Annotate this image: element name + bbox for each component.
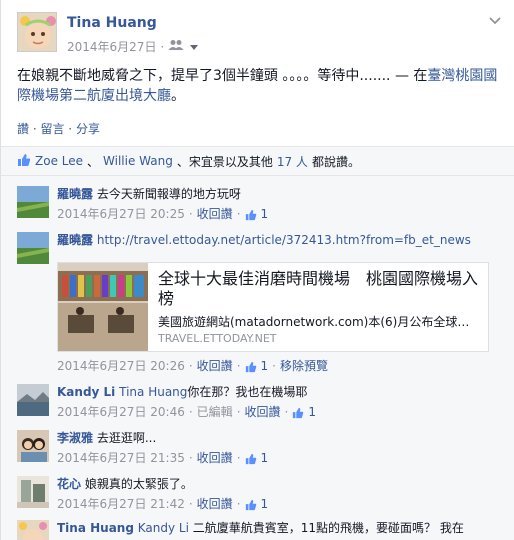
comment-text: 娘親真的太緊張了。 [84, 477, 193, 491]
like-link[interactable]: 讚 [17, 122, 29, 136]
commenter-name[interactable]: Kandy Li [57, 385, 115, 399]
commenter-name[interactable]: 花心 [57, 477, 81, 491]
preview-image [58, 263, 148, 351]
post-date[interactable]: 2014年6月27日 [67, 38, 156, 55]
comment-like-count[interactable]: 1 [261, 450, 269, 466]
comment: Kandy Li Tina Huang你在那？我也在機場耶 2014年6月27日… [17, 384, 507, 424]
comments-section: 羅曉露 去今天新聞報導的地方玩呀 2014年6月27日 20:25 · 收回讚 … [1, 176, 514, 540]
liker-1[interactable]: Zoe Lee [35, 154, 83, 168]
likers-count[interactable]: 17 人 [277, 153, 308, 170]
comment-text: 二航廈華航貴賓室，11點的飛機，要碰面嗎？ 我在 [192, 521, 464, 535]
commenter-name[interactable]: 羅曉露 [57, 233, 93, 247]
thumbs-up-icon [245, 358, 257, 374]
comment-text: 你在那？我也在機場耶 [187, 385, 308, 399]
post-text-main: 在娘親不斷地威脅之下，提早了3個半鐘頭 。。。。等待中....... — 在 [17, 68, 428, 84]
commenter-avatar[interactable] [17, 476, 49, 508]
post-card: Tina Huang 2014年6月27日 · 在娘親不斷地威脅之下，提早了3個… [0, 0, 514, 540]
unlike-button[interactable]: 收回讚 [197, 358, 233, 374]
unlike-button[interactable]: 收回讚 [197, 496, 233, 512]
friends-icon[interactable] [168, 39, 186, 54]
post-meta: 2014年6月27日 · [67, 38, 199, 55]
thumbs-up-icon [245, 450, 257, 466]
comment-like-count[interactable]: 1 [308, 404, 316, 420]
commenter-avatar[interactable] [17, 520, 49, 540]
thumbs-up-icon [245, 496, 257, 512]
commenter-avatar[interactable] [17, 232, 49, 264]
commenter-avatar[interactable] [17, 430, 49, 462]
commenter-name[interactable]: 羅曉露 [57, 187, 93, 201]
post-header: Tina Huang 2014年6月27日 · [17, 12, 504, 54]
comment-time[interactable]: 2014年6月27日 20:46 [57, 404, 185, 420]
tagged-user[interactable]: Tina Huang [119, 385, 187, 399]
comment-time[interactable]: 2014年6月27日 20:26 [57, 358, 185, 374]
comment-like-count[interactable]: 1 [261, 358, 269, 374]
comment: 花心 娘親真的太緊張了。 2014年6月27日 21:42 · 收回讚 · 1 [17, 476, 507, 516]
share-link[interactable]: 分享 [76, 122, 100, 136]
liker-2[interactable]: Willie Wang [103, 154, 173, 168]
privacy-dropdown-icon[interactable] [190, 40, 199, 54]
unlike-button[interactable]: 收回讚 [197, 206, 233, 222]
author-avatar[interactable] [17, 12, 57, 52]
preview-description: 美國旅遊網站(matadornetwork.com)本(6)月公布全球… [158, 315, 470, 329]
thumbs-up-icon [245, 206, 257, 222]
likes-summary: Zoe Lee 、 Willie Wang 、宋宜景以及其他 17 人 都說讚。 [1, 146, 514, 176]
comment: 李淑雅 去逛逛啊... 2014年6月27日 21:35 · 收回讚 · 1 [17, 430, 507, 470]
comment-link[interactable]: 留言 [40, 122, 64, 136]
commenter-name[interactable]: 李淑雅 [57, 431, 93, 445]
commenter-avatar[interactable] [17, 384, 49, 416]
comment-like-count[interactable]: 1 [261, 206, 269, 222]
post-text-end: 。 [171, 88, 185, 104]
post-author[interactable]: Tina Huang [67, 15, 157, 31]
unlike-button[interactable]: 收回讚 [197, 450, 233, 466]
post-text: 在娘親不斷地威脅之下，提早了3個半鐘頭 。。。。等待中....... — 在臺灣… [17, 66, 507, 106]
unlike-button[interactable]: 收回讚 [245, 404, 281, 420]
comment-text: 去今天新聞報導的地方玩呀 [96, 187, 241, 201]
comment-time[interactable]: 2014年6月27日 20:25 [57, 206, 185, 222]
tagged-user[interactable]: Kandy Li [138, 521, 189, 535]
comment: 羅曉露 http://travel.ettoday.net/article/37… [17, 232, 507, 392]
comment-time[interactable]: 2014年6月27日 21:42 [57, 496, 185, 512]
chevron-down-icon[interactable] [488, 14, 502, 28]
preview-domain: TRAVEL.ETTODAY.NET [158, 332, 277, 345]
commenter-avatar[interactable] [17, 186, 49, 218]
comment: 羅曉露 去今天新聞報導的地方玩呀 2014年6月27日 20:25 · 收回讚 … [17, 186, 507, 226]
post-actions: 讚 · 留言 · 分享 [17, 122, 100, 136]
remove-preview-button[interactable]: 移除預覽 [280, 358, 328, 374]
thumbs-up-icon [292, 404, 304, 420]
comment-time[interactable]: 2014年6月27日 21:35 [57, 450, 185, 466]
link-preview[interactable]: 全球十大最佳消磨時間機場 桃園國際機場入榜 美國旅遊網站(matadornetw… [57, 262, 489, 352]
comment: Tina Huang Kandy Li 二航廈華航貴賓室，11點的飛機，要碰面嗎… [17, 520, 507, 540]
shared-url-link[interactable]: http://travel.ettoday.net/article/372413… [97, 233, 471, 247]
thumbs-up-icon [17, 153, 31, 170]
preview-title[interactable]: 全球十大最佳消磨時間機場 桃園國際機場入榜 [158, 269, 480, 309]
commenter-name[interactable]: Tina Huang [57, 521, 134, 535]
comment-text: 去逛逛啊... [96, 431, 157, 445]
comment-like-count[interactable]: 1 [261, 496, 269, 512]
edited-label[interactable]: 已編輯 [197, 404, 233, 420]
